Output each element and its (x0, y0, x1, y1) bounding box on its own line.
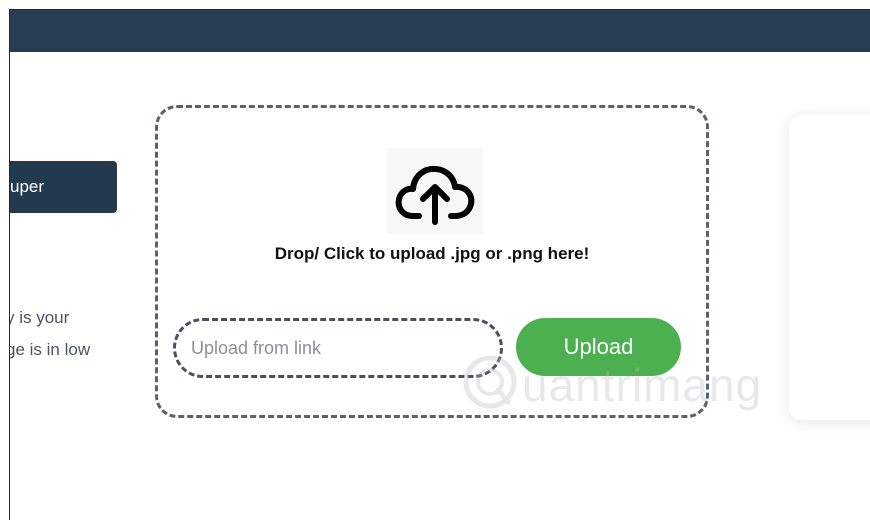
sidebar-button[interactable]: uper (10, 161, 117, 213)
upload-link-input[interactable] (173, 318, 503, 378)
upload-button[interactable]: Upload (516, 318, 681, 376)
sidebar-description: y is your ge is in low (9, 302, 126, 366)
header-bar (10, 10, 870, 52)
cloud-upload-icon (387, 148, 483, 234)
sidebar-button-label: uper (10, 177, 45, 196)
sidebar-text-line: ge is in low (9, 340, 91, 359)
dropzone-label: Drop/ Click to upload .jpg or .png here! (274, 244, 590, 263)
sidebar-text-line: y is your (9, 308, 70, 327)
right-card (789, 115, 870, 420)
